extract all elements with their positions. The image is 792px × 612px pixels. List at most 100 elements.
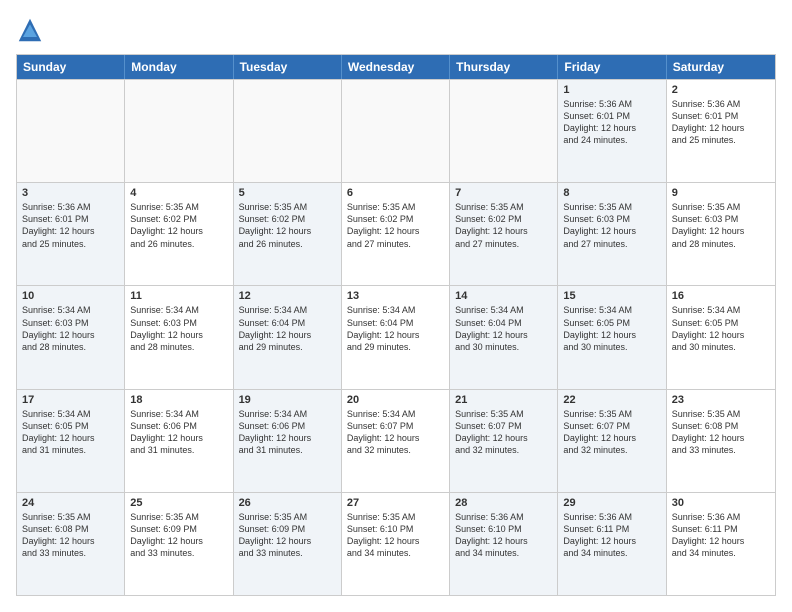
day-cell-6: 6 Sunrise: 5:35 AM Sunset: 6:02 PM Daylig… (342, 183, 450, 285)
day-info: Sunrise: 5:35 AM Sunset: 6:02 PM Dayligh… (347, 201, 444, 250)
day-info: Sunrise: 5:34 AM Sunset: 6:03 PM Dayligh… (22, 304, 119, 353)
day-cell-5: 5 Sunrise: 5:35 AM Sunset: 6:02 PM Daylig… (234, 183, 342, 285)
day-cell-15: 15Sunrise: 5:34 AM Sunset: 6:05 PM Dayli… (558, 286, 666, 388)
day-number: 5 (239, 187, 336, 199)
day-cell-2: 2 Sunrise: 5:36 AM Sunset: 6:01 PM Daylig… (667, 80, 775, 182)
day-number: 16 (672, 290, 770, 302)
day-cell-1: 1 Sunrise: 5:36 AM Sunset: 6:01 PM Daylig… (558, 80, 666, 182)
day-number: 29 (563, 497, 660, 509)
day-cell-12: 12 Sunrise: 5:34 AM Sunset: 6:04 PM Dayli… (234, 286, 342, 388)
day-cell-20: 20Sunrise: 5:34 AM Sunset: 6:07 PM Dayli… (342, 390, 450, 492)
weekday-header-wednesday: Wednesday (342, 55, 450, 79)
day-cell-29: 29 Sunrise: 5:36 AM Sunset: 6:11 PM Dayli… (558, 493, 666, 595)
day-info: Sunrise: 5:36 AM Sunset: 6:01 PM Dayligh… (672, 98, 770, 147)
empty-cell (450, 80, 558, 182)
day-cell-22: 22Sunrise: 5:35 AM Sunset: 6:07 PM Dayli… (558, 390, 666, 492)
day-info: Sunrise: 5:34 AM Sunset: 6:07 PM Dayligh… (347, 408, 444, 457)
day-cell-14: 14 Sunrise: 5:34 AM Sunset: 6:04 PM Dayli… (450, 286, 558, 388)
calendar-row-4: 17 Sunrise: 5:34 AM Sunset: 6:05 PM Dayli… (17, 389, 775, 492)
day-number: 10 (22, 290, 119, 302)
day-info: Sunrise: 5:35 AM Sunset: 6:10 PM Dayligh… (347, 511, 444, 560)
day-cell-26: 26Sunrise: 5:35 AM Sunset: 6:09 PM Dayli… (234, 493, 342, 595)
day-number: 7 (455, 187, 552, 199)
day-number: 23 (672, 394, 770, 406)
day-cell-10: 10 Sunrise: 5:34 AM Sunset: 6:03 PM Dayli… (17, 286, 125, 388)
day-info: Sunrise: 5:34 AM Sunset: 6:06 PM Dayligh… (239, 408, 336, 457)
day-info: Sunrise: 5:35 AM Sunset: 6:03 PM Dayligh… (672, 201, 770, 250)
logo (16, 16, 48, 44)
day-number: 12 (239, 290, 336, 302)
weekday-header-monday: Monday (125, 55, 233, 79)
weekday-header-tuesday: Tuesday (234, 55, 342, 79)
page: SundayMondayTuesdayWednesdayThursdayFrid… (0, 0, 792, 612)
day-number: 13 (347, 290, 444, 302)
day-info: Sunrise: 5:34 AM Sunset: 6:05 PM Dayligh… (22, 408, 119, 457)
weekday-header-sunday: Sunday (17, 55, 125, 79)
day-cell-8: 8Sunrise: 5:35 AM Sunset: 6:03 PM Daylig… (558, 183, 666, 285)
day-number: 3 (22, 187, 119, 199)
day-cell-19: 19 Sunrise: 5:34 AM Sunset: 6:06 PM Dayli… (234, 390, 342, 492)
day-number: 28 (455, 497, 552, 509)
day-number: 27 (347, 497, 444, 509)
day-cell-17: 17 Sunrise: 5:34 AM Sunset: 6:05 PM Dayli… (17, 390, 125, 492)
day-info: Sunrise: 5:34 AM Sunset: 6:05 PM Dayligh… (563, 304, 660, 353)
day-number: 22 (563, 394, 660, 406)
day-cell-25: 25Sunrise: 5:35 AM Sunset: 6:09 PM Dayli… (125, 493, 233, 595)
day-info: Sunrise: 5:34 AM Sunset: 6:06 PM Dayligh… (130, 408, 227, 457)
day-number: 17 (22, 394, 119, 406)
calendar-body: 1 Sunrise: 5:36 AM Sunset: 6:01 PM Daylig… (17, 79, 775, 595)
day-info: Sunrise: 5:34 AM Sunset: 6:03 PM Dayligh… (130, 304, 227, 353)
day-info: Sunrise: 5:36 AM Sunset: 6:11 PM Dayligh… (563, 511, 660, 560)
calendar: SundayMondayTuesdayWednesdayThursdayFrid… (16, 54, 776, 596)
day-info: Sunrise: 5:36 AM Sunset: 6:11 PM Dayligh… (672, 511, 770, 560)
weekday-header-friday: Friday (558, 55, 666, 79)
day-cell-7: 7Sunrise: 5:35 AM Sunset: 6:02 PM Daylig… (450, 183, 558, 285)
day-cell-16: 16 Sunrise: 5:34 AM Sunset: 6:05 PM Dayli… (667, 286, 775, 388)
calendar-row-3: 10 Sunrise: 5:34 AM Sunset: 6:03 PM Dayli… (17, 285, 775, 388)
day-cell-9: 9 Sunrise: 5:35 AM Sunset: 6:03 PM Daylig… (667, 183, 775, 285)
day-cell-27: 27 Sunrise: 5:35 AM Sunset: 6:10 PM Dayli… (342, 493, 450, 595)
day-cell-28: 28 Sunrise: 5:36 AM Sunset: 6:10 PM Dayli… (450, 493, 558, 595)
weekday-header-thursday: Thursday (450, 55, 558, 79)
day-info: Sunrise: 5:35 AM Sunset: 6:02 PM Dayligh… (239, 201, 336, 250)
day-number: 21 (455, 394, 552, 406)
calendar-row-1: 1 Sunrise: 5:36 AM Sunset: 6:01 PM Daylig… (17, 79, 775, 182)
calendar-row-2: 3 Sunrise: 5:36 AM Sunset: 6:01 PM Daylig… (17, 182, 775, 285)
day-cell-23: 23 Sunrise: 5:35 AM Sunset: 6:08 PM Dayli… (667, 390, 775, 492)
day-info: Sunrise: 5:35 AM Sunset: 6:09 PM Dayligh… (239, 511, 336, 560)
day-info: Sunrise: 5:34 AM Sunset: 6:04 PM Dayligh… (347, 304, 444, 353)
day-number: 6 (347, 187, 444, 199)
day-number: 14 (455, 290, 552, 302)
day-cell-30: 30 Sunrise: 5:36 AM Sunset: 6:11 PM Dayli… (667, 493, 775, 595)
day-info: Sunrise: 5:34 AM Sunset: 6:04 PM Dayligh… (455, 304, 552, 353)
day-info: Sunrise: 5:35 AM Sunset: 6:03 PM Dayligh… (563, 201, 660, 250)
logo-icon (16, 16, 44, 44)
header (16, 16, 776, 44)
day-number: 1 (563, 84, 660, 96)
day-info: Sunrise: 5:34 AM Sunset: 6:04 PM Dayligh… (239, 304, 336, 353)
empty-cell (342, 80, 450, 182)
day-info: Sunrise: 5:34 AM Sunset: 6:05 PM Dayligh… (672, 304, 770, 353)
empty-cell (125, 80, 233, 182)
empty-cell (234, 80, 342, 182)
day-info: Sunrise: 5:36 AM Sunset: 6:01 PM Dayligh… (22, 201, 119, 250)
day-number: 2 (672, 84, 770, 96)
calendar-row-5: 24 Sunrise: 5:35 AM Sunset: 6:08 PM Dayli… (17, 492, 775, 595)
day-cell-18: 18 Sunrise: 5:34 AM Sunset: 6:06 PM Dayli… (125, 390, 233, 492)
day-info: Sunrise: 5:36 AM Sunset: 6:01 PM Dayligh… (563, 98, 660, 147)
day-number: 24 (22, 497, 119, 509)
day-number: 18 (130, 394, 227, 406)
day-info: Sunrise: 5:36 AM Sunset: 6:10 PM Dayligh… (455, 511, 552, 560)
calendar-header: SundayMondayTuesdayWednesdayThursdayFrid… (17, 55, 775, 79)
day-info: Sunrise: 5:35 AM Sunset: 6:08 PM Dayligh… (22, 511, 119, 560)
empty-cell (17, 80, 125, 182)
day-number: 4 (130, 187, 227, 199)
day-info: Sunrise: 5:35 AM Sunset: 6:07 PM Dayligh… (455, 408, 552, 457)
day-info: Sunrise: 5:35 AM Sunset: 6:08 PM Dayligh… (672, 408, 770, 457)
day-cell-4: 4 Sunrise: 5:35 AM Sunset: 6:02 PM Daylig… (125, 183, 233, 285)
day-number: 9 (672, 187, 770, 199)
day-number: 30 (672, 497, 770, 509)
day-number: 25 (130, 497, 227, 509)
day-number: 19 (239, 394, 336, 406)
day-info: Sunrise: 5:35 AM Sunset: 6:02 PM Dayligh… (130, 201, 227, 250)
